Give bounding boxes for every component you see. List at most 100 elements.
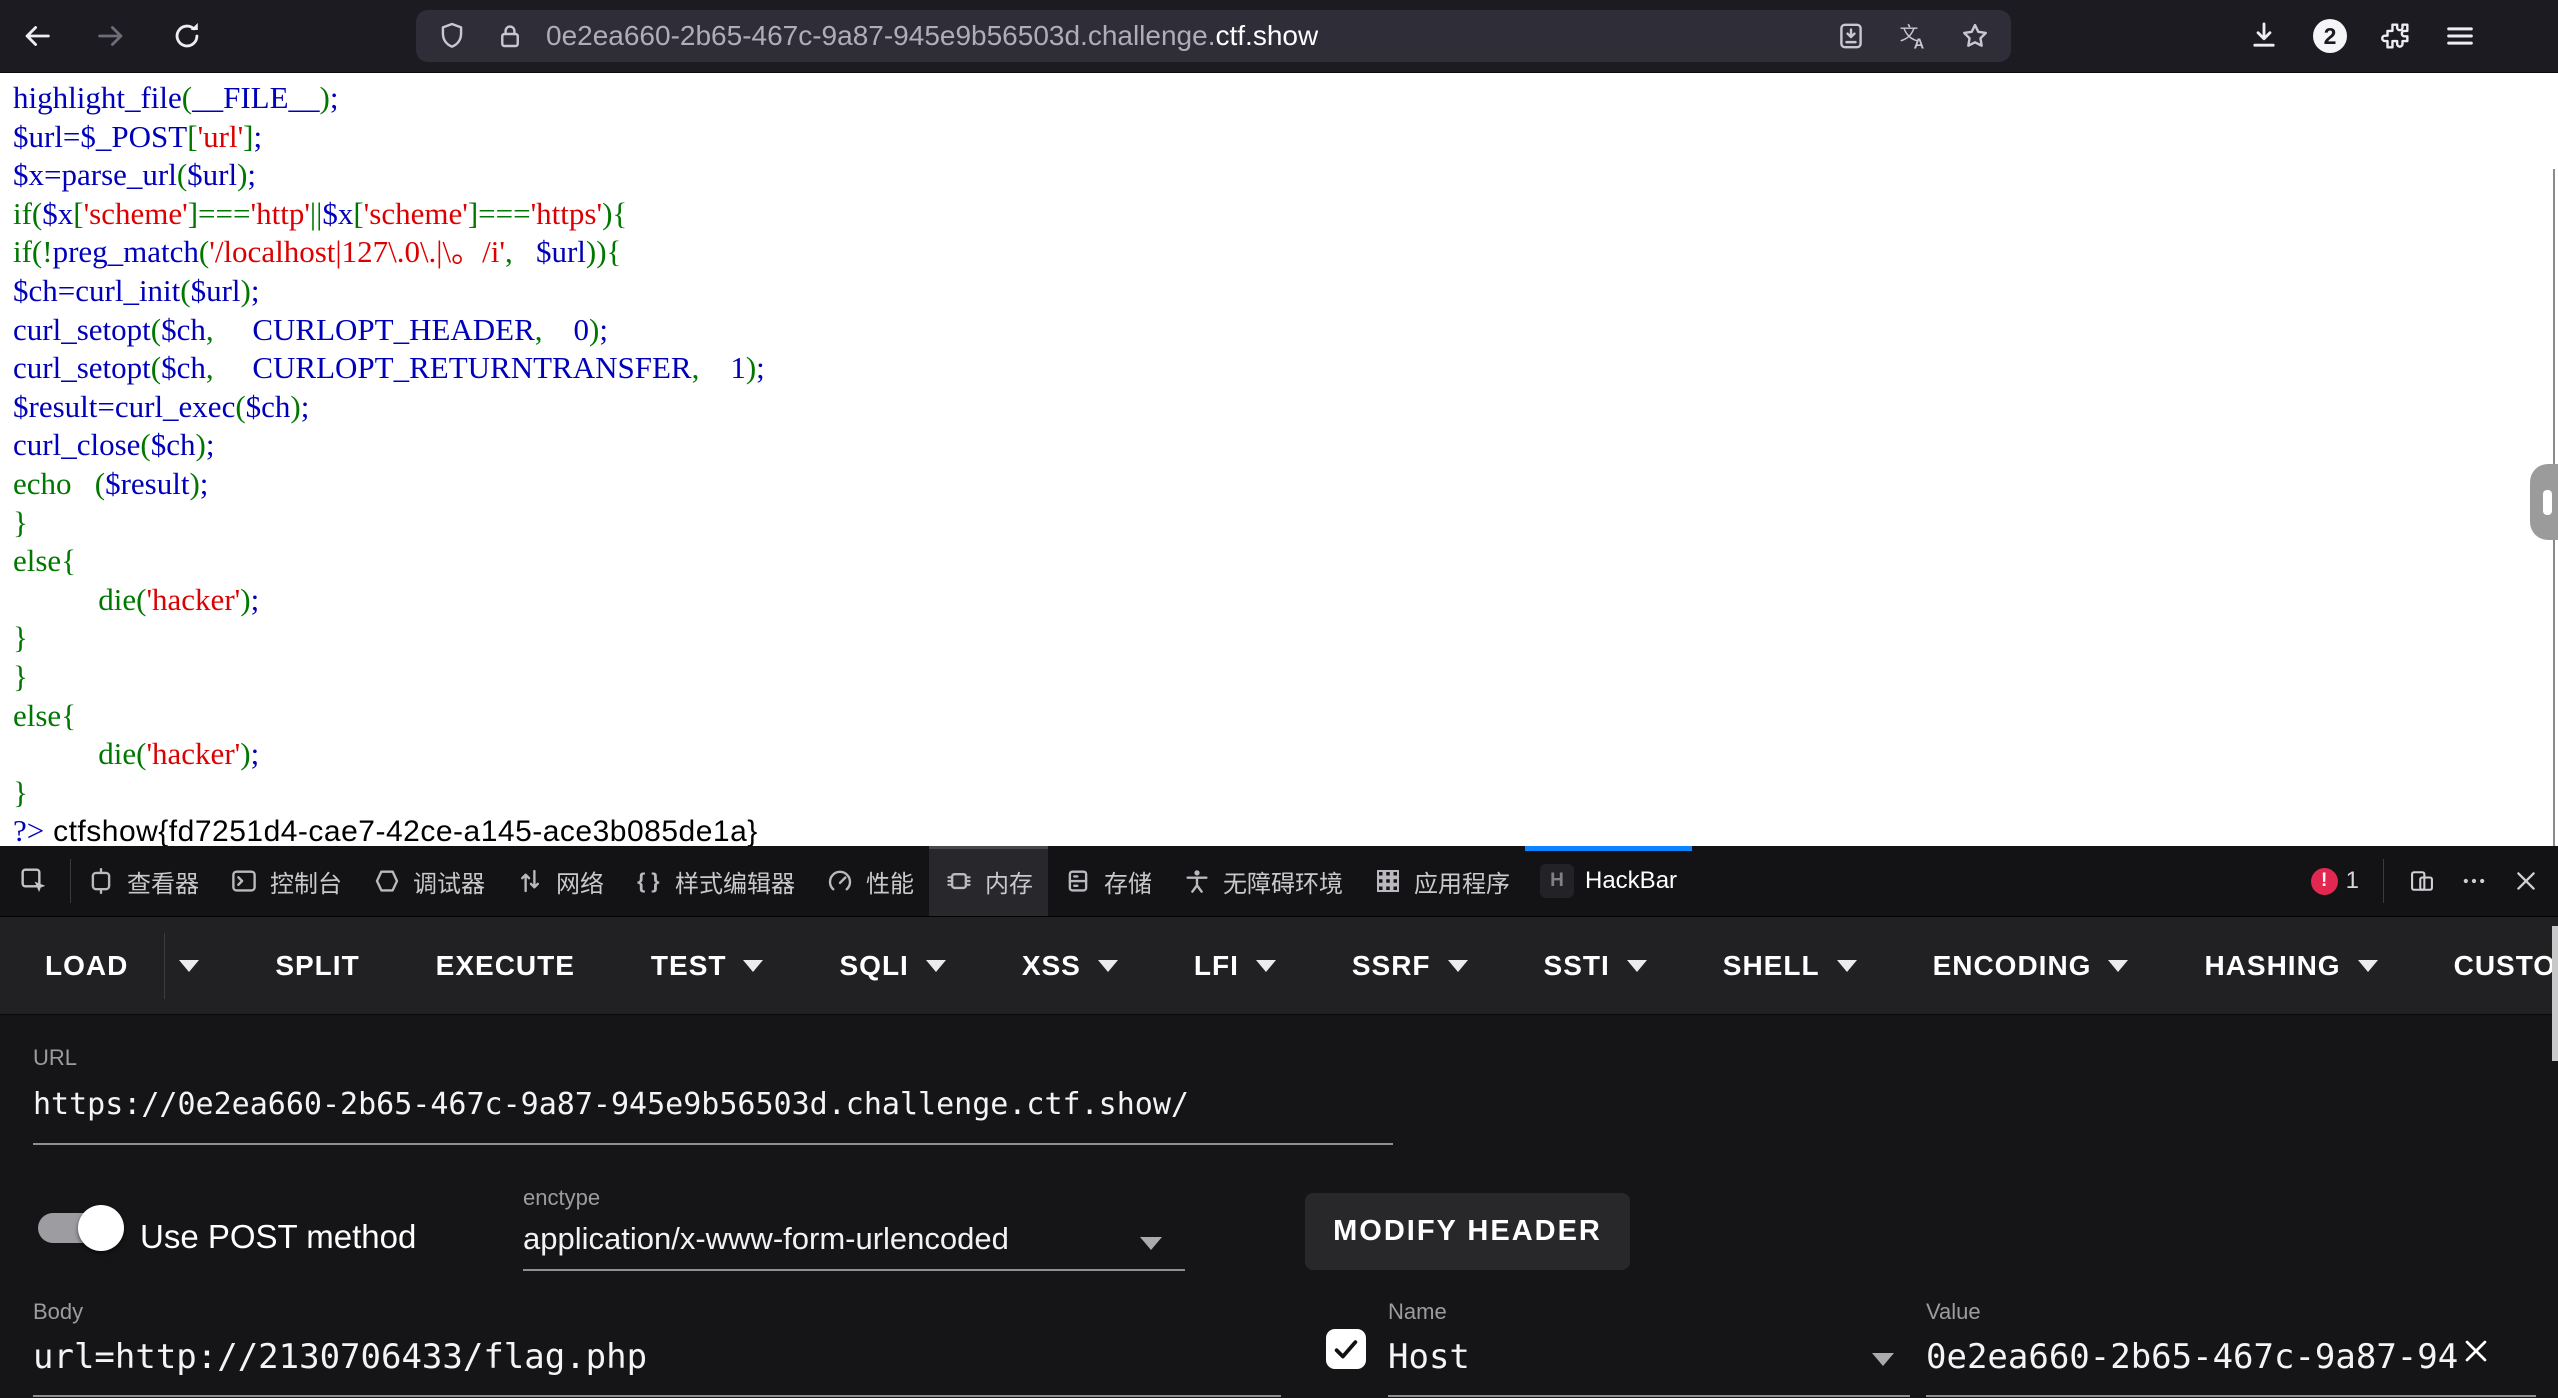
tab-memory[interactable]: 内存 xyxy=(929,846,1048,916)
caret-down-icon[interactable] xyxy=(179,960,199,972)
code-line: } xyxy=(13,658,2558,697)
name-caret-icon xyxy=(1872,1353,1894,1366)
hackbar-panel: URL https://0e2ea660-2b65-467c-9a87-945e… xyxy=(0,1014,2558,1398)
content-scrollbar-thumb[interactable] xyxy=(2530,464,2558,540)
tab-accessibility[interactable]: 无障碍环境 xyxy=(1167,846,1358,916)
menu-hamburger-icon[interactable] xyxy=(2443,19,2477,53)
remove-header-icon[interactable] xyxy=(2458,1333,2494,1369)
menu-label: CUSTOM xyxy=(2454,950,2558,982)
bookmark-star-icon[interactable] xyxy=(1959,20,1991,52)
tab-performance[interactable]: 性能 xyxy=(810,846,929,916)
use-post-label: Use POST method xyxy=(140,1218,416,1256)
tab-label: 网络 xyxy=(556,864,604,899)
menu-label: SSTI xyxy=(1544,950,1610,982)
url-input[interactable]: https://0e2ea660-2b65-467c-9a87-945e9b56… xyxy=(33,1087,1189,1122)
header-enabled-checkbox[interactable] xyxy=(1326,1329,1366,1369)
menu-custom[interactable]: CUSTOM xyxy=(2454,950,2558,982)
tab-inspector[interactable]: 查看器 xyxy=(71,846,214,916)
reload-icon[interactable] xyxy=(170,19,204,53)
tab-label: 样式编辑器 xyxy=(675,864,795,899)
header-value-input[interactable]: 0e2ea660-2b65-467c-9a87-94 xyxy=(1926,1337,2458,1377)
caret-down-icon xyxy=(1256,960,1276,972)
address-bar[interactable]: 0e2ea660-2b65-467c-9a87-945e9b56503d.cha… xyxy=(416,10,2011,62)
shield-icon[interactable] xyxy=(436,20,468,52)
tab-label: 控制台 xyxy=(270,864,342,899)
menu-load[interactable]: LOAD xyxy=(45,933,199,999)
body-input[interactable]: url=http://2130706433/flag.php xyxy=(33,1337,647,1377)
use-post-toggle[interactable] xyxy=(38,1205,124,1251)
menu-encoding[interactable]: ENCODING xyxy=(1933,950,2129,982)
panel-scrollbar-thumb[interactable] xyxy=(2552,926,2558,1061)
caret-down-icon xyxy=(1627,960,1647,972)
menu-label: SPLIT xyxy=(275,950,359,982)
extensions-puzzle-icon[interactable] xyxy=(2379,19,2413,53)
url-text: 0e2ea660-2b65-467c-9a87-945e9b56503d.cha… xyxy=(546,20,1318,52)
responsive-mode-icon[interactable] xyxy=(2408,867,2436,895)
tab-label: 查看器 xyxy=(127,864,199,899)
performance-icon xyxy=(825,866,855,896)
tab-storage[interactable]: 存储 xyxy=(1048,846,1167,916)
browser-toolbar: 0e2ea660-2b65-467c-9a87-945e9b56503d.cha… xyxy=(0,0,2558,73)
code-line: echo ($result); xyxy=(13,465,2558,504)
hackbar-icon: H xyxy=(1540,864,1574,898)
code-line: $result=curl_exec($ch); xyxy=(13,388,2558,427)
forward-icon[interactable] xyxy=(94,19,128,53)
tab-label: 内存 xyxy=(985,864,1033,899)
hackbar-menubar: LOAD SPLIT EXECUTE TEST SQLI XSS LFI SSRF SSTI SH… xyxy=(0,916,2558,1014)
header-name-select[interactable]: Host xyxy=(1388,1337,1470,1377)
tab-console[interactable]: 控制台 xyxy=(214,846,357,916)
tab-debugger[interactable]: 调试器 xyxy=(357,846,500,916)
menu-ssrf[interactable]: SSRF xyxy=(1352,950,1468,982)
php-source-code: highlight_file(__FILE__);$url=$_POST['ur… xyxy=(0,73,2558,846)
menu-divider xyxy=(164,933,165,999)
menu-label: HASHING xyxy=(2204,950,2340,982)
tab-network[interactable]: 网络 xyxy=(500,846,619,916)
tab-label: 存储 xyxy=(1104,864,1152,899)
tab-hackbar[interactable]: HHackBar xyxy=(1525,846,1692,916)
lock-icon[interactable] xyxy=(494,20,526,52)
menu-split[interactable]: SPLIT xyxy=(275,950,359,982)
menu-execute[interactable]: EXECUTE xyxy=(436,950,575,982)
code-line: if($x['scheme']==='http'||$x['scheme']==… xyxy=(13,195,2558,234)
downloads-icon[interactable] xyxy=(2247,19,2281,53)
devtools-options-icon[interactable] xyxy=(2460,867,2488,895)
memory-icon xyxy=(944,866,974,896)
menu-label: XSS xyxy=(1022,950,1081,982)
back-icon[interactable] xyxy=(20,19,54,53)
menu-lfi[interactable]: LFI xyxy=(1194,950,1276,982)
tab-application[interactable]: 应用程序 xyxy=(1358,846,1525,916)
code-line: die('hacker'); xyxy=(13,735,2558,774)
menu-shell[interactable]: SHELL xyxy=(1723,950,1857,982)
code-line: } xyxy=(13,504,2558,543)
error-icon: ! xyxy=(2311,868,2338,895)
modify-header-button[interactable]: MODIFY HEADER xyxy=(1305,1193,1630,1270)
save-page-icon[interactable] xyxy=(1835,20,1867,52)
pick-element-icon[interactable] xyxy=(18,865,50,897)
error-count-badge[interactable]: ! 1 xyxy=(2311,867,2359,895)
debugger-icon xyxy=(372,866,402,896)
translate-icon[interactable]: 文A xyxy=(1897,20,1929,52)
menu-sqli[interactable]: SQLI xyxy=(839,950,945,982)
devtools-close-icon[interactable] xyxy=(2512,867,2540,895)
application-icon xyxy=(1373,866,1403,896)
scrollbar-grip xyxy=(2543,490,2552,515)
menu-ssti[interactable]: SSTI xyxy=(1544,950,1647,982)
menu-hashing[interactable]: HASHING xyxy=(2204,950,2377,982)
console-icon xyxy=(229,866,259,896)
url-label: URL xyxy=(33,1045,77,1071)
tab-style-editor[interactable]: { }样式编辑器 xyxy=(619,846,810,916)
menu-xss[interactable]: XSS xyxy=(1022,950,1118,982)
caret-down-icon xyxy=(1448,960,1468,972)
inspector-icon xyxy=(86,866,116,896)
enctype-caret-icon xyxy=(1140,1237,1162,1250)
enctype-label: enctype xyxy=(523,1185,600,1211)
code-line: $x=parse_url($url); xyxy=(13,156,2558,195)
menu-label: ENCODING xyxy=(1933,950,2092,982)
header-value-label: Value xyxy=(1926,1299,1981,1325)
menu-label: LFI xyxy=(1194,950,1239,982)
menu-test[interactable]: TEST xyxy=(651,950,764,982)
enctype-select[interactable]: application/x-www-form-urlencoded xyxy=(523,1221,1009,1257)
code-line: ?> ctfshow{fd7251d4-cae7-42ce-a145-ace3b… xyxy=(13,812,2558,846)
extension-badge[interactable]: 2 xyxy=(2313,19,2347,53)
tab-label: 调试器 xyxy=(413,864,485,899)
